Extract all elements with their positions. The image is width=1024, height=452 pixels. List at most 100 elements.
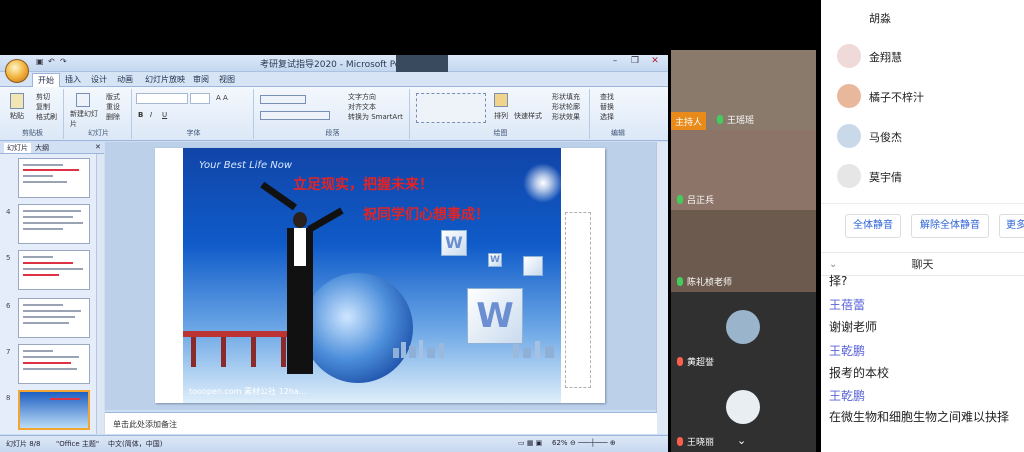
video-tile[interactable]: 吕正兵	[671, 130, 816, 210]
replace-button[interactable]: 替换	[600, 102, 614, 112]
slide-thumbnail[interactable]	[18, 204, 90, 244]
video-tile[interactable]: 黄超誉	[671, 292, 816, 372]
member-item[interactable]: 橘子不梓汁	[837, 81, 1017, 111]
participant-name: 王瑶瑶	[717, 113, 754, 126]
grow-font-icon[interactable]: A A	[216, 94, 228, 102]
copy-button[interactable]: 复制	[36, 102, 50, 112]
paste-button[interactable]: 粘贴	[10, 111, 24, 121]
mute-all-button[interactable]: 全体静音	[845, 214, 901, 238]
notes-pane[interactable]: 单击此处添加备注	[105, 412, 657, 434]
find-button[interactable]: 查找	[600, 92, 614, 102]
slide-thumbnail[interactable]	[18, 298, 90, 338]
tab-view[interactable]: 视图	[214, 73, 240, 87]
participant-name: 陈礼桢老师	[677, 275, 732, 288]
members-chat-panel: 胡淼 金翔慧 橘子不梓汁 马俊杰 莫宇倩 全体静音 解除全体静音 更多 ⌄ 聊天…	[821, 0, 1024, 452]
avatar	[726, 390, 760, 424]
arrange-icon[interactable]	[494, 93, 508, 107]
bullets-icon[interactable]	[260, 95, 306, 104]
zoom-slider[interactable]: ⊖ ───┼─── ⊕	[570, 439, 616, 447]
chat-message: 择?	[829, 274, 848, 288]
align-text-button[interactable]: 对齐文本	[348, 102, 376, 112]
reset-button[interactable]: 重设	[106, 102, 120, 112]
shape-outline-button[interactable]: 形状轮廓	[552, 102, 580, 112]
member-item[interactable]: 金翔慧	[837, 41, 1017, 71]
select-button[interactable]: 选择	[600, 112, 614, 122]
tab-outline[interactable]: 大纲	[32, 143, 52, 153]
slide-count: 幻灯片 8/8	[6, 440, 41, 448]
avatar	[726, 310, 760, 344]
tab-animation[interactable]: 动画	[112, 73, 138, 87]
redo-icon[interactable]: ↷	[60, 57, 67, 66]
member-item[interactable]: 马俊杰	[837, 121, 1017, 151]
panel-scrollbar[interactable]	[96, 154, 104, 434]
delete-button[interactable]: 删除	[106, 112, 120, 122]
mic-icon	[677, 195, 683, 204]
office-button[interactable]	[5, 59, 29, 83]
cut-button[interactable]: 剪切	[36, 92, 50, 102]
layout-button[interactable]: 版式	[106, 92, 120, 102]
slide-title-line1: 立足现实，把握未来！	[293, 177, 433, 193]
bold-icon[interactable]: B	[138, 111, 143, 119]
restore-icon[interactable]: ❐	[626, 56, 644, 69]
tab-slides[interactable]: 幻灯片	[4, 143, 31, 153]
slide-thumbnail-selected[interactable]	[18, 390, 90, 430]
new-slide-icon[interactable]	[76, 93, 90, 107]
underline-icon[interactable]: U	[162, 111, 167, 119]
chat-sender: 王蓓蕾	[829, 298, 866, 312]
drawing-group: 排列 快速样式 形状填充 形状轮廓 形状效果 绘图	[412, 89, 590, 139]
tab-slideshow[interactable]: 幻灯片放映	[140, 73, 190, 87]
chat-sender: 王乾鹏	[829, 344, 866, 358]
member-item[interactable]: 莫宇倩	[837, 161, 1017, 191]
avatar	[837, 5, 861, 29]
undo-icon[interactable]: ↶	[48, 57, 55, 66]
slide-thumbnail[interactable]	[18, 250, 90, 290]
view-buttons-icon[interactable]: ▭ ▦ ▣	[518, 439, 542, 447]
close-icon[interactable]: ✕	[646, 56, 664, 69]
tab-home[interactable]: 开始	[32, 73, 60, 87]
quick-styles-button[interactable]: 快速样式	[514, 111, 542, 121]
divider	[821, 203, 1024, 204]
new-slide-button[interactable]: 新建幻灯片	[70, 109, 100, 129]
more-button[interactable]: 更多	[999, 214, 1024, 238]
chat-title: 聊天	[911, 258, 934, 271]
slide-number: 4	[6, 208, 11, 216]
arrange-button[interactable]: 排列	[494, 111, 508, 121]
tab-insert[interactable]: 插入	[60, 73, 86, 87]
tab-review[interactable]: 审阅	[188, 73, 214, 87]
video-tile[interactable]: 陈礼桢老师	[671, 210, 816, 292]
chat-header: ⌄ 聊天	[821, 252, 1024, 276]
video-tile[interactable]: ⌄ 王晓丽	[671, 372, 816, 452]
align-icon[interactable]	[260, 111, 330, 120]
smartart-button[interactable]: 转换为 SmartArt	[348, 112, 403, 122]
shapes-gallery[interactable]	[416, 93, 486, 123]
paste-icon[interactable]	[10, 93, 24, 109]
chevron-down-icon[interactable]: ⌄	[737, 434, 746, 447]
save-icon[interactable]: ▣	[36, 57, 44, 66]
close-panel-icon[interactable]: ✕	[92, 143, 104, 151]
cube-blank	[523, 256, 543, 276]
font-name-box[interactable]	[136, 93, 188, 104]
tab-design[interactable]: 设计	[86, 73, 112, 87]
slide[interactable]: Your Best Life Now 立足现实，把握未来！ 祝同学们心想事成！	[155, 148, 605, 403]
video-tile[interactable]: 主持人 王瑶瑶	[671, 50, 816, 130]
slide-number: 6	[6, 302, 11, 310]
man-head	[293, 212, 307, 228]
member-item[interactable]: 胡淼	[837, 2, 1017, 32]
slide-thumbnail[interactable]	[18, 344, 90, 384]
slide-thumbnail[interactable]	[18, 158, 90, 198]
paragraph-group: 文字方向 对齐文本 转换为 SmartArt 段落	[256, 89, 410, 139]
ribbon: 粘贴 剪切 复制 格式刷 剪贴板 新建幻灯片 版式 重设 删除 幻灯片 B I …	[0, 87, 668, 141]
canvas-scrollbar[interactable]	[656, 142, 668, 434]
slide-brand-text: Your Best Life Now	[199, 160, 293, 171]
shape-fill-button[interactable]: 形状填充	[552, 92, 580, 102]
italic-icon[interactable]: I	[150, 111, 152, 119]
font-size-box[interactable]	[190, 93, 210, 104]
minimize-icon[interactable]: –	[606, 56, 624, 69]
unmute-all-button[interactable]: 解除全体静音	[911, 214, 989, 238]
placeholder-box[interactable]	[565, 212, 591, 388]
avatar	[837, 84, 861, 108]
format-painter-button[interactable]: 格式刷	[36, 112, 57, 122]
text-direction-button[interactable]: 文字方向	[348, 92, 376, 102]
status-bar: 幻灯片 8/8 "Office 主题" 中文(简体，中国) ▭ ▦ ▣ 62% …	[0, 435, 668, 452]
shape-effects-button[interactable]: 形状效果	[552, 112, 580, 122]
